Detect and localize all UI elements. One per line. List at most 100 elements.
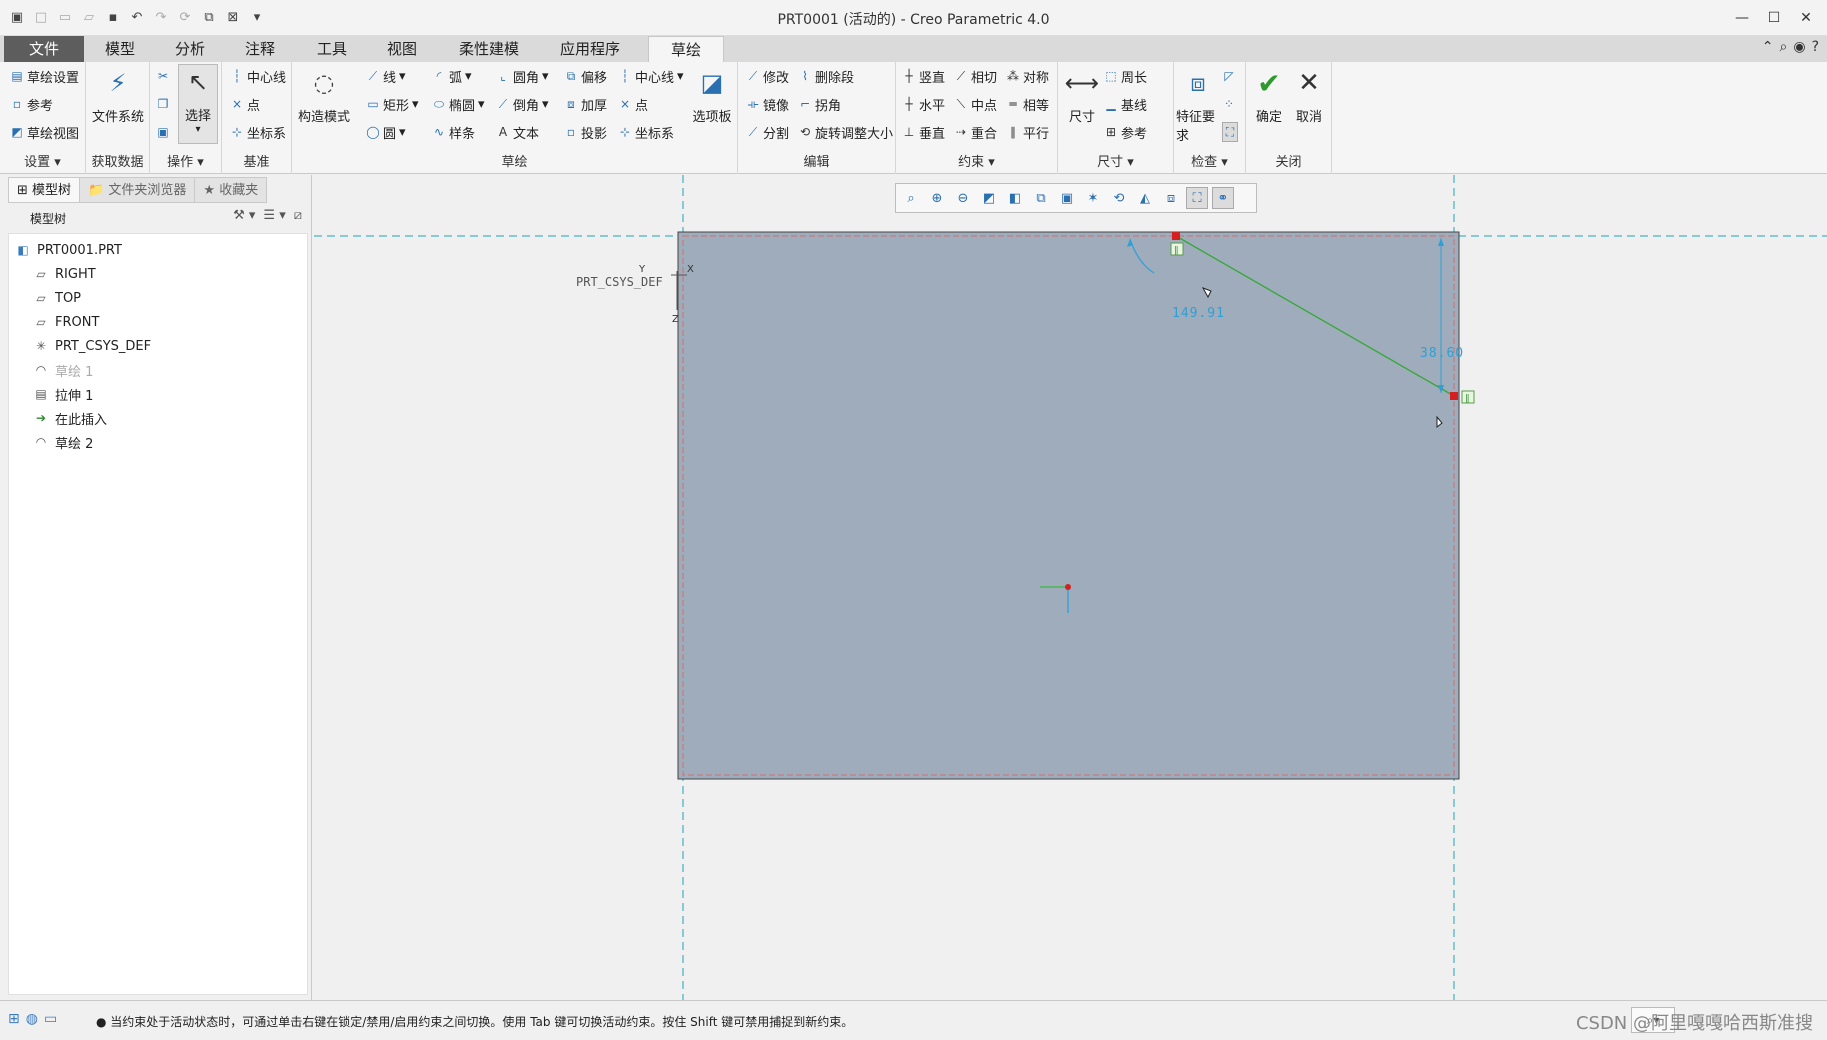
vertical-constraint-button[interactable]: ┼ 竖直 (902, 66, 945, 86)
tree-filter-icon[interactable]: ⧄ (294, 208, 302, 223)
dimension-button[interactable]: ⟷ 尺寸 (1062, 66, 1102, 125)
line-end-point[interactable] (1450, 392, 1458, 400)
tab-flexible-modeling[interactable]: 柔性建模 (446, 36, 532, 62)
shade-closed-loops-button[interactable]: ⛶ (1222, 122, 1238, 142)
rotate-resize-button[interactable]: ⟲ 旋转调整大小 (798, 122, 893, 142)
divide-button[interactable]: ⟋ 分割 (746, 122, 789, 142)
spin-center-icon[interactable]: ◭ (1134, 187, 1156, 209)
parallel-constraint-button[interactable]: ∥ 平行 (1006, 122, 1049, 142)
datum-csys-button[interactable]: ⊹ 坐标系 (230, 122, 286, 142)
tab-annotate[interactable]: 注释 (230, 36, 290, 62)
midpoint-constraint-button[interactable]: ⟍ 中点 (954, 94, 997, 114)
reference-dim-button[interactable]: ⊞ 参考 (1104, 122, 1147, 142)
tree-node[interactable]: ▱ FRONT (33, 312, 99, 332)
sketch-view-icon-tb[interactable]: ⧈ (1160, 187, 1182, 209)
construction-mode-button[interactable]: ◌ 构造模式 (296, 66, 352, 125)
tab-view[interactable]: 视图 (372, 36, 432, 62)
tree-node[interactable]: ▱ RIGHT (33, 264, 95, 284)
thicken-button[interactable]: ⧈ 加厚 (564, 94, 607, 114)
symmetric-constraint-button[interactable]: ⁂ 对称 (1006, 66, 1049, 86)
feature-requirements-button[interactable]: ⧈ 特征要求 (1176, 66, 1220, 144)
tree-node[interactable]: ◠ 草绘 1 (33, 360, 94, 380)
tab-folder-browser[interactable]: 📁 文件夹浏览器 (79, 177, 196, 203)
search-icon[interactable]: ⌕ (1780, 39, 1788, 55)
tree-columns-icon[interactable]: ☰ ▾ (263, 208, 285, 223)
shaded-sketch-region[interactable] (677, 231, 1460, 780)
group-label-setup[interactable]: 设置 ▾ (0, 151, 85, 170)
cancel-button[interactable]: ✕ 取消 (1290, 66, 1328, 125)
tree-node[interactable]: ◧ PRT0001.PRT (15, 240, 122, 260)
palette-button[interactable]: ◪ 选项板 (690, 66, 734, 125)
tab-file[interactable]: 文件 (4, 36, 84, 62)
copy-button[interactable]: ❐ (156, 94, 170, 114)
cut-button[interactable]: ✂ (156, 66, 170, 86)
group-label-dimension[interactable]: 尺寸 ▾ (1058, 151, 1173, 170)
offset-button[interactable]: ⧉ 偏移 (564, 66, 607, 86)
tab-model-tree[interactable]: ⊞ 模型树 (8, 177, 81, 203)
tree-node[interactable]: ➔ 在此插入 (33, 408, 107, 428)
delete-segment-button[interactable]: ⌇ 删除段 (798, 66, 854, 86)
baseline-button[interactable]: ▁ 基线 (1104, 94, 1147, 114)
sketcher-display-icon[interactable]: ⛶ (1186, 187, 1208, 209)
tab-applications[interactable]: 应用程序 (550, 36, 630, 62)
zoom-out-icon[interactable]: ⊖ (952, 187, 974, 209)
file-system-button[interactable]: ⚡ 文件系统 (92, 66, 144, 125)
navigator-toggle-icon[interactable]: ⊞ (8, 1011, 20, 1027)
project-button[interactable]: ▫ 投影 (564, 122, 607, 142)
tree-node[interactable]: ▤ 拉伸 1 (33, 384, 93, 404)
collapse-ribbon-icon[interactable]: ⌃ (1762, 39, 1774, 55)
browser-toggle-icon[interactable]: ◍ (26, 1011, 38, 1027)
group-label-inspect[interactable]: 检查 ▾ (1174, 151, 1245, 170)
ok-button[interactable]: ✔ 确定 (1250, 66, 1288, 126)
paste-button[interactable]: ▣ (156, 122, 170, 142)
sketch-point-button[interactable]: × 点 (618, 94, 648, 114)
tree-settings-icon[interactable]: ⚒ ▾ (233, 208, 255, 223)
datum-point-button[interactable]: × 点 (230, 94, 260, 114)
circle-button[interactable]: ◯ 圆 ▾ (366, 122, 405, 142)
sketch-csys-button[interactable]: ⊹ 坐标系 (618, 122, 674, 142)
minimize-icon[interactable]: — (1727, 6, 1757, 30)
maximize-icon[interactable]: ☐ (1759, 6, 1789, 30)
tab-tools[interactable]: 工具 (302, 36, 362, 62)
line-start-point[interactable] (1172, 232, 1180, 240)
display-style-icon[interactable]: ◧ (1004, 187, 1026, 209)
group-label-operations[interactable]: 操作 ▾ (150, 151, 221, 170)
chamfer-button[interactable]: ⟋ 倒角 ▾ (496, 94, 549, 114)
arc-button[interactable]: ◜ 弧 ▾ (432, 66, 472, 86)
spline-button[interactable]: ∿ 样条 (432, 122, 475, 142)
tab-sketch[interactable]: 草绘 (648, 36, 724, 62)
tab-analysis[interactable]: 分析 (160, 36, 220, 62)
ellipse-button[interactable]: ⬭ 椭圆 ▾ (432, 94, 485, 114)
select-button[interactable]: ↖ 选择 ▾ (178, 64, 218, 144)
references-button[interactable]: ▫ 参考 (10, 94, 53, 114)
horizontal-constraint-button[interactable]: ┼ 水平 (902, 94, 945, 114)
community-icon[interactable]: ◉ (1793, 39, 1805, 55)
view-manager-icon[interactable]: ▣ (1056, 187, 1078, 209)
tree-node[interactable]: ✳ PRT_CSYS_DEF (33, 336, 151, 356)
line-button[interactable]: ⟋ 线 ▾ (366, 66, 406, 86)
close-icon[interactable]: ✕ (1791, 6, 1821, 30)
perimeter-button[interactable]: ⬚ 周长 (1104, 66, 1147, 86)
equal-constraint-button[interactable]: ═ 相等 (1006, 94, 1049, 114)
sketch-centerline-button[interactable]: ┆ 中心线 ▾ (618, 66, 683, 86)
help-icon[interactable]: ? (1812, 39, 1819, 55)
mirror-button[interactable]: ⟛ 镜像 (746, 94, 789, 114)
refit-icon[interactable]: ⌕ (900, 187, 922, 209)
sketch-canvas[interactable]: ∥ ∥ 149.91 38.60 PRT_CSYS_DEF X Y Z (314, 175, 1827, 1000)
annotation-display-icon[interactable]: ⟲ (1108, 187, 1130, 209)
group-label-constraints[interactable]: 约束 ▾ (896, 151, 1057, 170)
constraint-display-icon[interactable]: ⚭ (1212, 187, 1234, 209)
tab-favorites[interactable]: ★ 收藏夹 (194, 177, 268, 203)
saved-orientations-icon[interactable]: ⧉ (1030, 187, 1052, 209)
rectangle-button[interactable]: ▭ 矩形 ▾ (366, 94, 418, 114)
text-button[interactable]: A 文本 (496, 122, 539, 142)
modify-button[interactable]: ⟋ 修改 (746, 66, 789, 86)
highlight-open-ends-button[interactable]: ⁘ (1222, 94, 1236, 114)
angle-dimension-text[interactable]: 149.91 (1172, 306, 1225, 321)
graphics-window[interactable]: ∥ ∥ 149.91 38.60 PRT_CSYS_DEF X Y Z ⌕ ⊕ … (314, 175, 1827, 1000)
fillet-button[interactable]: ⌞ 圆角 ▾ (496, 66, 548, 86)
fullscreen-icon[interactable]: ▭ (44, 1011, 57, 1027)
sketch-setup-button[interactable]: ▤ 草绘设置 (10, 66, 79, 86)
perpendicular-constraint-button[interactable]: ⊥ 垂直 (902, 122, 945, 142)
zoom-in-icon[interactable]: ⊕ (926, 187, 948, 209)
